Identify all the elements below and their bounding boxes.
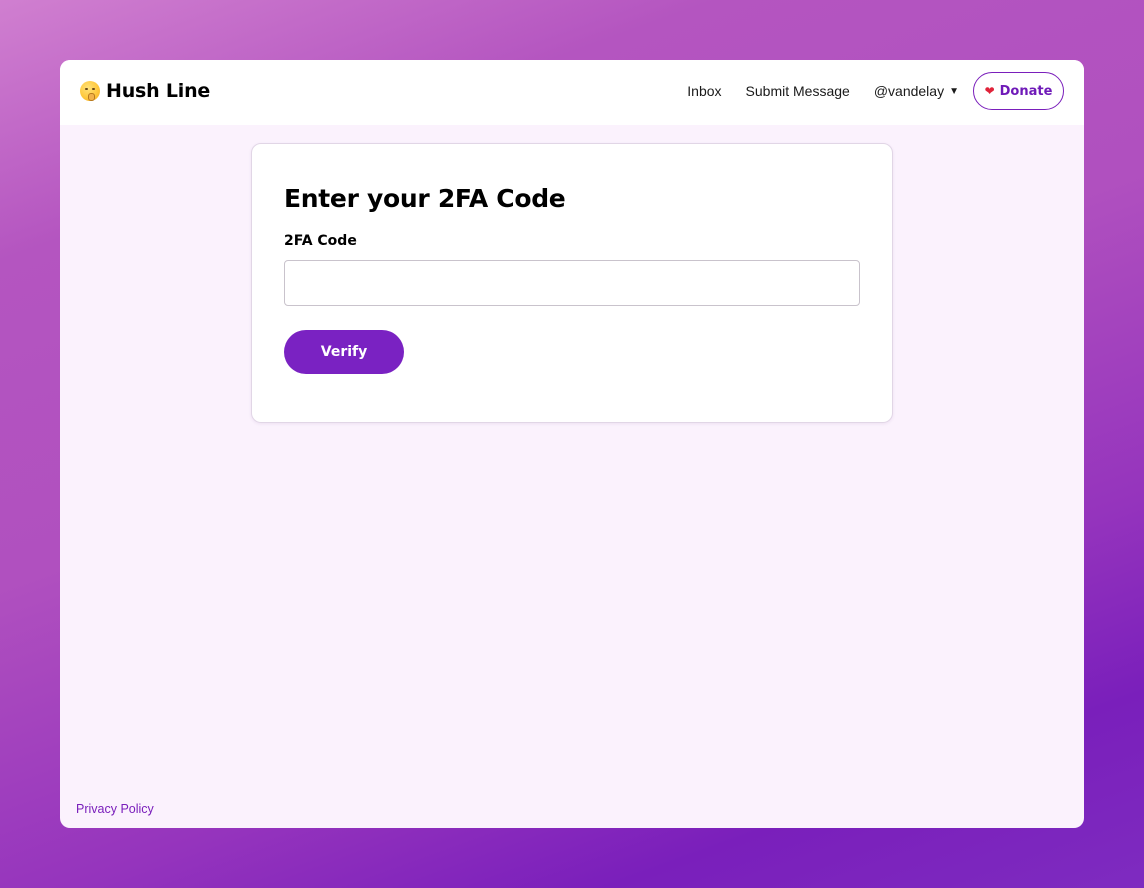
brand-name: Hush Line [106,80,211,102]
user-menu-dropdown[interactable]: @vandelay ▼ [874,83,959,99]
user-menu-label: @vandelay [873,83,945,99]
donate-label: Donate [999,83,1053,99]
brand-logo[interactable]: Hush Line [80,80,210,102]
nav-menu: Inbox Submit Message @vandelay ▼ ❤ Donat… [687,72,1064,110]
nav-inbox-link[interactable]: Inbox [687,83,721,99]
two-factor-code-label: 2FA Code [284,233,357,249]
app-window: Hush Line Inbox Submit Message @vandelay… [60,60,1084,828]
caret-down-icon: ▼ [949,85,959,97]
page-title: Enter your 2FA Code [284,184,566,213]
two-factor-code-input[interactable] [284,260,860,306]
privacy-policy-link[interactable]: Privacy Policy [76,802,154,816]
heart-icon: ❤ [984,84,995,98]
top-nav-bar: Hush Line Inbox Submit Message @vandelay… [60,60,1084,125]
donate-button[interactable]: ❤ Donate [973,72,1064,110]
shushing-face-icon [80,81,100,101]
verify-button[interactable]: Verify [284,330,404,374]
two-factor-card: Enter your 2FA Code 2FA Code Verify [251,143,893,423]
nav-submit-message-link[interactable]: Submit Message [746,83,850,99]
